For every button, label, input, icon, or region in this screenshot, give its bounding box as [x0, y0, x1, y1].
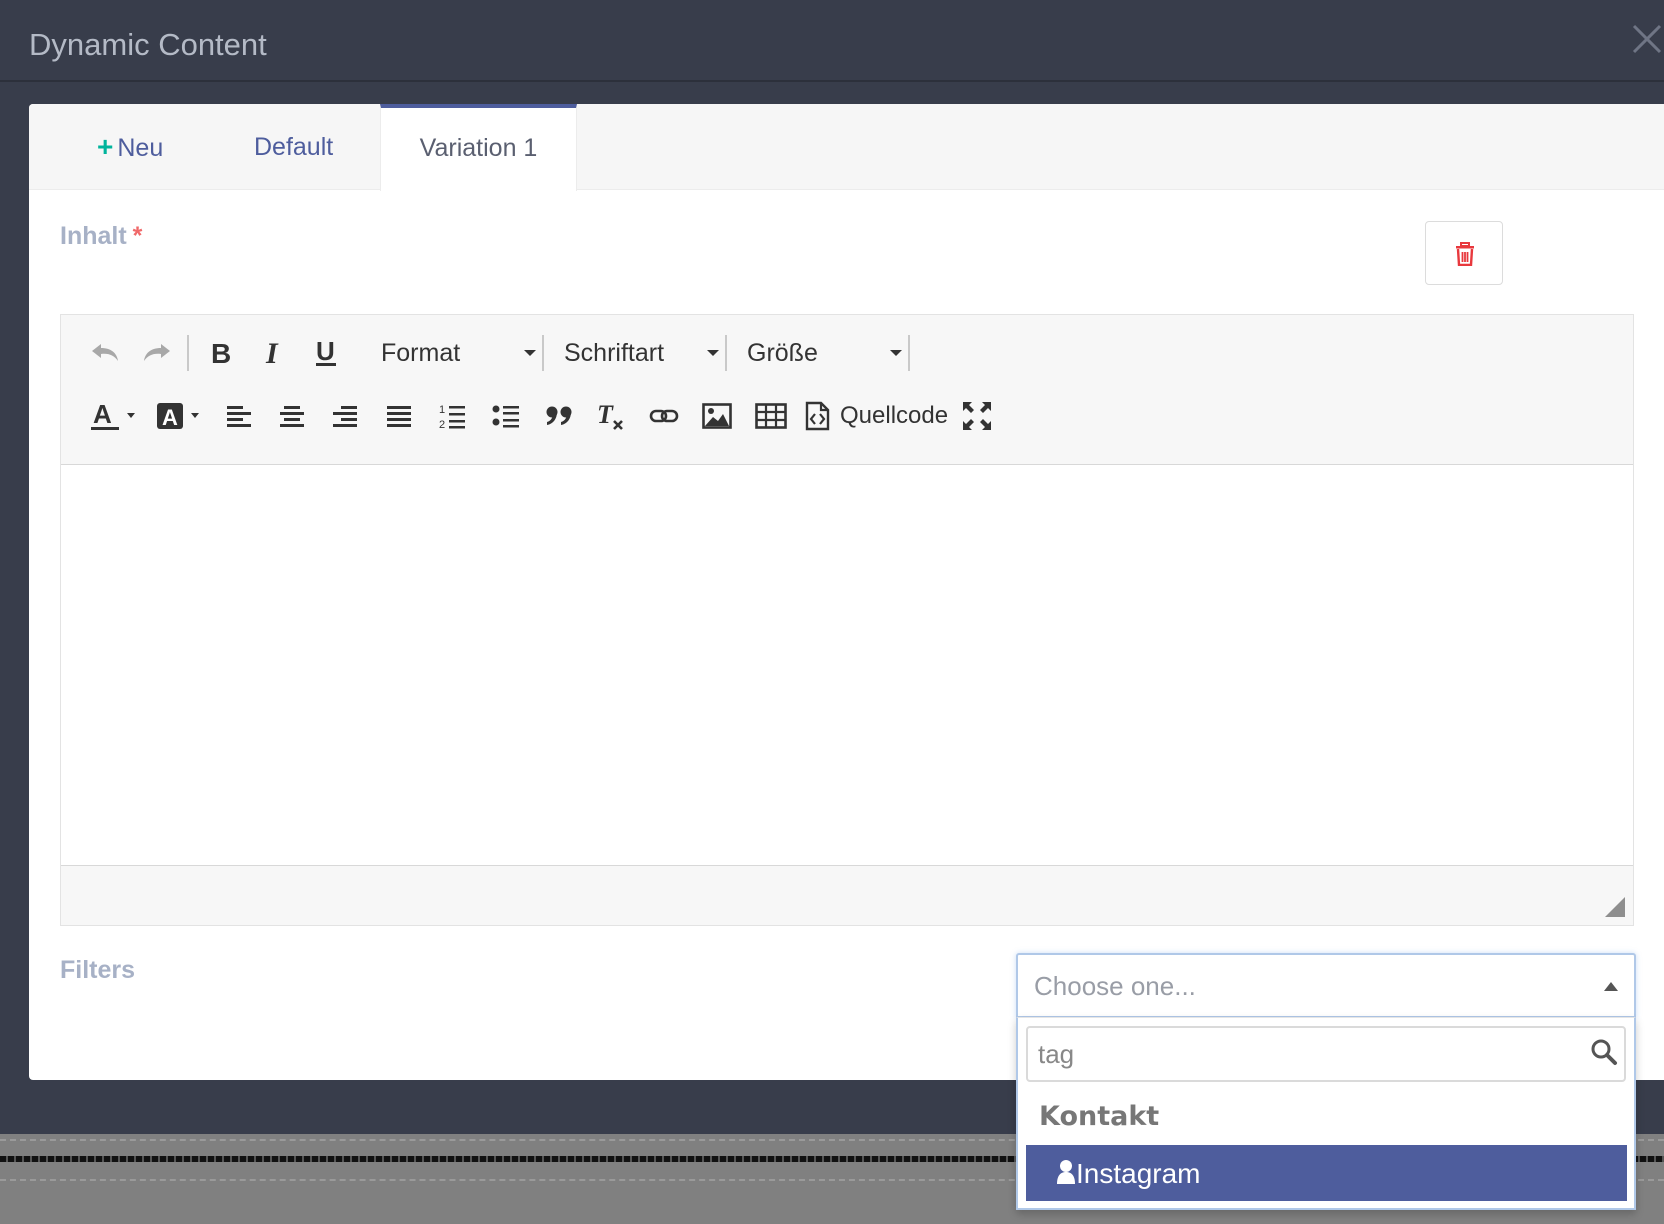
bullet-list-icon	[492, 405, 519, 428]
undo-icon	[92, 344, 118, 361]
svg-text:T: T	[597, 400, 614, 429]
chevron-up-icon	[1604, 982, 1618, 991]
align-center-button[interactable]	[274, 394, 310, 438]
editor-content-area[interactable]	[61, 465, 1633, 866]
redo-button[interactable]	[139, 331, 175, 375]
font-size-dropdown-label: Größe	[747, 338, 818, 367]
align-left-icon	[227, 406, 251, 427]
redo-icon	[144, 344, 170, 361]
editor-toolbar: B I U Format Schriftart Größe A A 1 2 T …	[61, 315, 1633, 465]
font-family-dropdown-label: Schriftart	[564, 338, 665, 367]
format-dropdown-label: Format	[381, 338, 461, 367]
chevron-down-icon	[707, 350, 719, 356]
svg-text:B: B	[211, 340, 231, 366]
svg-text:A: A	[93, 399, 112, 429]
link-icon	[649, 409, 679, 423]
italic-icon: I	[265, 340, 279, 366]
remove-format-button[interactable]: T	[593, 394, 629, 438]
plus-icon: +	[97, 131, 114, 162]
remove-format-icon: T	[597, 400, 623, 430]
svg-text:I: I	[265, 340, 279, 366]
align-center-icon	[280, 406, 304, 427]
dynamic-content-panel: + Neu Default Variation 1 Inhalt * B I U…	[29, 104, 1664, 1080]
toolbar-separator	[542, 335, 544, 371]
option-group-label: Kontakt	[1039, 1101, 1160, 1132]
background-color-icon: A	[157, 403, 199, 430]
modal-header: Dynamic Content	[0, 0, 1664, 82]
toolbar-separator	[187, 335, 189, 371]
rich-text-editor: B I U Format Schriftart Größe A A 1 2 T …	[60, 314, 1634, 926]
insert-image-button[interactable]	[699, 394, 735, 438]
required-marker: *	[132, 222, 143, 250]
tab-new[interactable]: + Neu	[97, 104, 163, 190]
undo-button[interactable]	[87, 331, 123, 375]
insert-table-button[interactable]	[753, 394, 789, 438]
underline-button[interactable]: U	[306, 331, 346, 375]
source-code-button[interactable]: Quellcode	[805, 394, 949, 438]
bullet-list-button[interactable]	[488, 394, 524, 438]
tab-default[interactable]: Default	[254, 104, 333, 190]
user-icon	[1057, 1160, 1075, 1184]
filter-select[interactable]: Choose one...	[1016, 953, 1636, 1018]
quote-icon	[546, 406, 572, 425]
link-button[interactable]	[646, 394, 682, 438]
source-code-label: Quellcode	[840, 402, 949, 429]
table-icon	[755, 403, 787, 429]
align-justify-button[interactable]	[381, 394, 417, 438]
close-button[interactable]	[1630, 22, 1664, 56]
content-label-text: Inhalt	[60, 222, 127, 250]
maximize-button[interactable]	[958, 394, 996, 438]
maximize-icon	[963, 402, 991, 430]
font-family-dropdown[interactable]: Schriftart	[564, 331, 719, 375]
delete-variation-button[interactable]	[1425, 221, 1503, 285]
format-dropdown[interactable]: Format	[381, 331, 536, 375]
toolbar-separator	[725, 335, 727, 371]
bold-icon: B	[211, 340, 231, 366]
align-left-button[interactable]	[221, 394, 257, 438]
close-icon	[1632, 24, 1662, 54]
text-color-button[interactable]: A	[89, 394, 139, 438]
ordered-list-button[interactable]: 1 2	[435, 394, 471, 438]
background-color-button[interactable]: A	[155, 394, 205, 438]
svg-text:1: 1	[439, 404, 445, 416]
search-icon	[1591, 1039, 1617, 1065]
filter-dropdown: Kontakt Instagram	[1016, 1017, 1636, 1210]
chevron-down-icon	[890, 350, 902, 356]
filter-search-input[interactable]	[1026, 1026, 1626, 1082]
modal-title: Dynamic Content	[29, 27, 267, 62]
italic-button[interactable]: I	[255, 331, 295, 375]
trash-icon	[1456, 242, 1474, 266]
svg-text:A: A	[162, 405, 178, 430]
svg-text:2: 2	[439, 419, 445, 430]
toolbar-separator	[908, 335, 910, 371]
source-code-icon	[805, 401, 830, 431]
editor-statusbar	[61, 867, 1633, 925]
underline-icon: U	[316, 338, 336, 366]
bold-button[interactable]: B	[201, 331, 241, 375]
ordered-list-icon: 1 2	[439, 404, 465, 430]
chevron-down-icon	[524, 350, 536, 356]
align-right-button[interactable]	[327, 394, 363, 438]
dropdown-option-highlighted[interactable]: Instagram	[1026, 1145, 1627, 1201]
dropdown-option-label: Instagram	[1076, 1158, 1201, 1189]
align-right-icon	[333, 406, 357, 427]
text-color-icon: A	[91, 399, 135, 430]
blockquote-button[interactable]	[541, 394, 577, 438]
tab-new-label: Neu	[117, 134, 164, 162]
align-justify-icon	[387, 406, 411, 427]
tab-variation-1[interactable]: Variation 1	[380, 104, 577, 191]
resize-handle[interactable]	[1605, 897, 1625, 917]
image-icon	[702, 403, 732, 429]
filters-label: Filters	[60, 956, 136, 984]
filter-select-placeholder: Choose one...	[1034, 971, 1196, 1001]
svg-text:U: U	[316, 338, 335, 366]
variation-tabs: + Neu Default Variation 1	[29, 104, 1664, 191]
content-label: Inhalt *	[60, 222, 142, 251]
font-size-dropdown[interactable]: Größe	[747, 331, 902, 375]
